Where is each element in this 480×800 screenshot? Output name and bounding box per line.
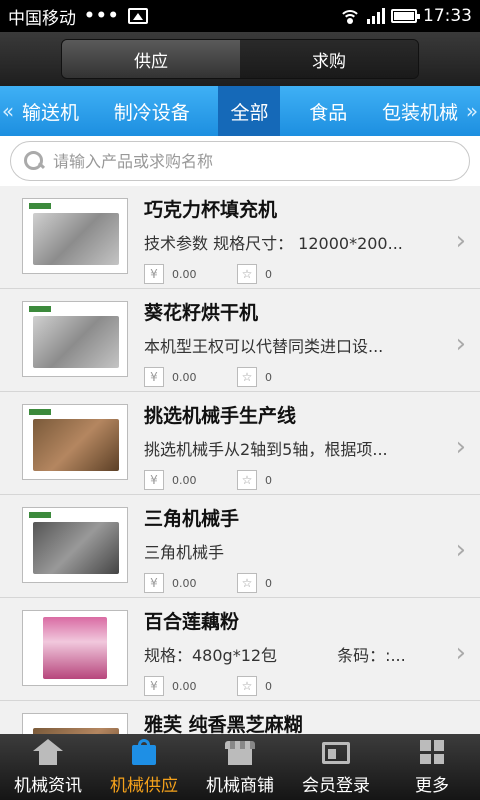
product-price: 0.00: [172, 267, 197, 281]
shop-icon: [225, 739, 255, 765]
tab-more[interactable]: 更多: [384, 734, 480, 800]
image-notification-icon: [127, 8, 148, 24]
category-food[interactable]: 食品: [303, 86, 353, 136]
product-thumbnail: [22, 507, 128, 583]
supply-demand-switch: 供应 求购: [61, 39, 419, 79]
tab-label: 机械资讯: [14, 776, 82, 796]
search-box[interactable]: [10, 141, 470, 181]
grid-icon: [417, 739, 447, 765]
yen-icon: ¥: [144, 676, 164, 696]
product-title: 三角机械手: [144, 508, 240, 530]
tab-supply[interactable]: 供应: [62, 40, 240, 78]
yen-icon: ¥: [144, 264, 164, 284]
favorite-count: 0: [265, 576, 272, 590]
bottom-tab-bar: 机械资讯 机械供应 机械商铺 会员登录 更多: [0, 734, 480, 800]
product-thumbnail: [22, 610, 128, 686]
list-item[interactable]: 三角机械手 三角机械手 ¥ 0.00 ☆ 0 ›: [0, 495, 480, 598]
tab-member-login[interactable]: 会员登录: [288, 734, 384, 800]
product-title: 巧克力杯填充机: [144, 199, 278, 221]
product-description: 三角机械手: [144, 543, 225, 562]
list-item[interactable]: 挑选机械手生产线 挑选机械手从2轴到5轴，根据项... ¥ 0.00 ☆ 0 ›: [0, 392, 480, 495]
product-thumbnail: [22, 713, 128, 734]
chevron-right-icon: ›: [455, 638, 466, 668]
chevron-right-icon: ›: [455, 226, 466, 256]
star-icon[interactable]: ☆: [237, 676, 257, 696]
chevron-right-icon: ›: [455, 329, 466, 359]
star-icon[interactable]: ☆: [237, 470, 257, 490]
category-packaging[interactable]: 包装机械: [376, 86, 464, 136]
product-thumbnail: [22, 301, 128, 377]
product-title: 挑选机械手生产线: [144, 405, 297, 427]
product-price: 0.00: [172, 576, 197, 590]
category-all[interactable]: 全部: [218, 86, 281, 136]
tab-label: 更多: [415, 776, 449, 796]
product-spec: 规格：480g*12包: [144, 646, 278, 665]
tab-demand[interactable]: 求购: [240, 40, 418, 78]
yen-icon: ¥: [144, 470, 164, 490]
clock: 17:33: [423, 6, 472, 26]
favorite-count: 0: [265, 679, 272, 693]
list-item[interactable]: 巧克力杯填充机 技术参数 规格尺寸： 12000*200... ¥ 0.00 ☆…: [0, 186, 480, 289]
tab-machinery-shops[interactable]: 机械商铺: [192, 734, 288, 800]
category-nav: « 输送机 制冷设备 全部 食品 包装机械 »: [0, 86, 480, 136]
product-thumbnail: [22, 198, 128, 274]
product-price: 0.00: [172, 370, 197, 384]
category-conveyor[interactable]: 输送机: [16, 86, 85, 136]
chevron-right-icon: ›: [455, 535, 466, 565]
scroll-right-icon[interactable]: »: [464, 99, 480, 123]
carrier-name: 中国移动: [8, 8, 76, 29]
favorite-count: 0: [265, 473, 272, 487]
battery-icon: [391, 9, 420, 23]
list-item[interactable]: 百合莲藕粉 规格：480g*12包 条码：:... ¥ 0.00 ☆ 0 ›: [0, 598, 480, 701]
tab-label: 会员登录: [302, 776, 370, 796]
list-item[interactable]: 雅芙 纯香黑芝麻糊: [0, 701, 480, 734]
product-price: 0.00: [172, 473, 197, 487]
search-bar: [0, 136, 480, 186]
product-title: 葵花籽烘干机: [144, 302, 259, 324]
tab-machinery-supply[interactable]: 机械供应: [96, 734, 192, 800]
home-icon: [33, 739, 63, 765]
tab-machinery-news[interactable]: 机械资讯: [0, 734, 96, 800]
product-price: 0.00: [172, 679, 197, 693]
category-refrigeration[interactable]: 制冷设备: [108, 86, 196, 136]
chevron-right-icon: ›: [455, 432, 466, 462]
search-icon: [23, 150, 45, 172]
star-icon[interactable]: ☆: [237, 264, 257, 284]
header: 供应 求购: [0, 32, 480, 86]
member-card-icon: [321, 739, 351, 765]
search-input[interactable]: [53, 151, 433, 171]
scroll-left-icon[interactable]: «: [0, 99, 16, 123]
product-description: 技术参数 规格尺寸： 12000*200...: [144, 234, 403, 253]
product-barcode: 条码：:...: [337, 646, 406, 665]
favorite-count: 0: [265, 267, 272, 281]
status-bar: 中国移动 ••• 17:33: [0, 0, 480, 32]
product-thumbnail: [22, 404, 128, 480]
signal-icon: [367, 8, 385, 24]
tab-label: 机械商铺: [206, 776, 274, 796]
product-description: 本机型王权可以代替同类进口设...: [144, 337, 384, 356]
shopping-bag-icon: [129, 739, 159, 765]
product-title: 百合莲藕粉: [144, 611, 240, 633]
tab-label: 机械供应: [110, 776, 178, 796]
wifi-icon: [339, 8, 361, 24]
product-title: 雅芙 纯香黑芝麻糊: [144, 714, 303, 734]
yen-icon: ¥: [144, 573, 164, 593]
list-item[interactable]: 葵花籽烘干机 本机型王权可以代替同类进口设... ¥ 0.00 ☆ 0 ›: [0, 289, 480, 392]
star-icon[interactable]: ☆: [237, 367, 257, 387]
product-description: 挑选机械手从2轴到5轴，根据项...: [144, 440, 388, 459]
product-description: 规格：480g*12包 条码：:...: [144, 642, 434, 666]
yen-icon: ¥: [144, 367, 164, 387]
notification-dots: •••: [84, 6, 120, 26]
favorite-count: 0: [265, 370, 272, 384]
star-icon[interactable]: ☆: [237, 573, 257, 593]
product-list: 巧克力杯填充机 技术参数 规格尺寸： 12000*200... ¥ 0.00 ☆…: [0, 186, 480, 734]
